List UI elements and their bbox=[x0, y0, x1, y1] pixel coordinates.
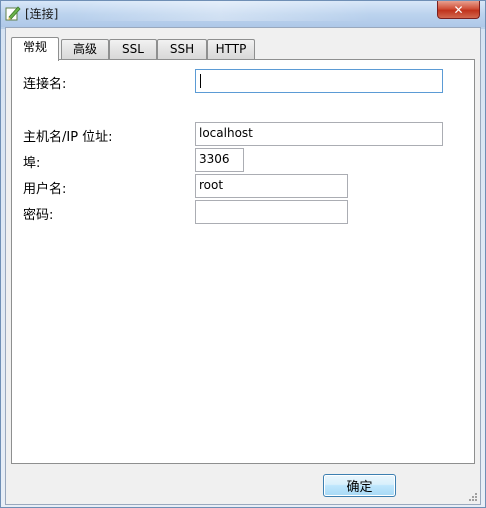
tab-ssh[interactable]: SSH bbox=[157, 39, 207, 59]
tab-http[interactable]: HTTP bbox=[207, 39, 255, 59]
tab-ssh-label: SSH bbox=[169, 42, 195, 56]
title-bar[interactable]: [连接] ✕ bbox=[1, 1, 485, 27]
tab-general-label: 常规 bbox=[22, 40, 47, 54]
tab-advanced[interactable]: 高级 bbox=[61, 39, 109, 59]
title-bar-glass bbox=[71, 1, 371, 21]
port-value: 3306 bbox=[199, 152, 230, 166]
username-field[interactable]: root bbox=[195, 174, 348, 198]
dialog-body: 常规 高级 SSL SSH HTTP 连接名: 主机名/IP 位址: local… bbox=[5, 27, 481, 505]
port-field[interactable]: 3306 bbox=[195, 148, 244, 172]
tab-ssl[interactable]: SSL bbox=[109, 39, 157, 59]
ok-button[interactable]: 确定 bbox=[323, 474, 396, 497]
host-label: 主机名/IP 位址: bbox=[23, 130, 113, 145]
host-value: localhost bbox=[199, 126, 253, 140]
tab-advanced-label: 高级 bbox=[72, 42, 97, 56]
window-title: [连接] bbox=[25, 7, 59, 21]
general-tab-panel: 连接名: 主机名/IP 位址: localhost 埠: 3306 用户名: r… bbox=[11, 59, 475, 464]
resize-grip-icon[interactable] bbox=[468, 492, 478, 502]
password-label: 密码: bbox=[23, 208, 54, 223]
username-value: root bbox=[199, 178, 224, 192]
tab-ssl-label: SSL bbox=[122, 42, 144, 56]
username-label: 用户名: bbox=[23, 182, 67, 197]
text-caret bbox=[200, 74, 201, 88]
edit-connection-icon bbox=[5, 6, 21, 21]
connection-name-label: 连接名: bbox=[23, 77, 67, 92]
connection-name-field[interactable] bbox=[195, 69, 443, 93]
host-field[interactable]: localhost bbox=[195, 122, 443, 146]
port-label: 埠: bbox=[23, 156, 41, 171]
password-field[interactable] bbox=[195, 200, 348, 224]
tab-general[interactable]: 常规 bbox=[11, 37, 59, 61]
tab-http-label: HTTP bbox=[215, 42, 247, 56]
connection-window: [连接] ✕ 常规 高级 SSL SSH HTTP 连接名: 主机名/IP 位址… bbox=[0, 0, 486, 508]
close-button[interactable]: ✕ bbox=[437, 1, 480, 19]
close-icon: ✕ bbox=[453, 2, 464, 17]
